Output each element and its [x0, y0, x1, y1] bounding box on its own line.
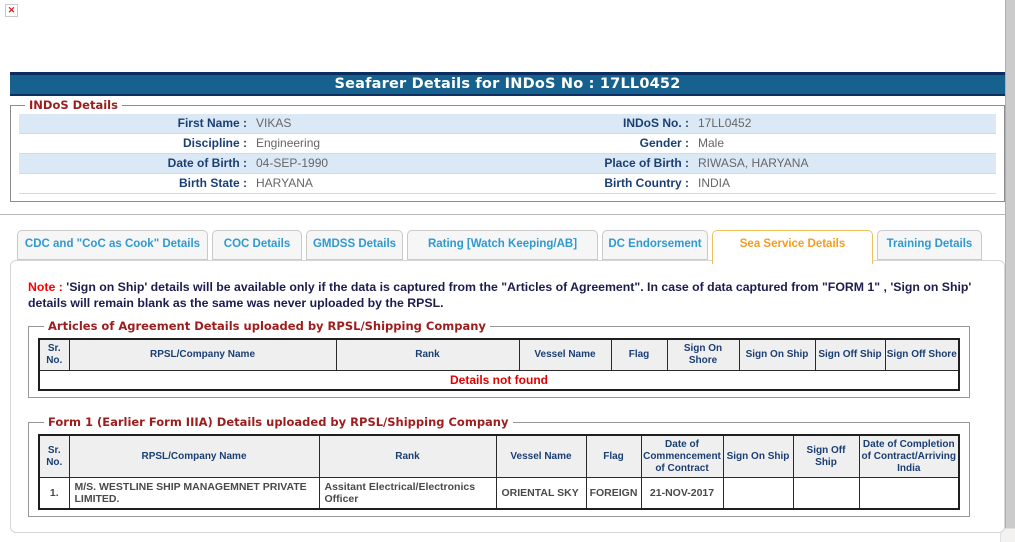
indos-row: First Name : VIKAS INDoS No. : 17LL0452 — [19, 114, 996, 134]
page-title: Seafarer Details for INDoS No : 17LL0452 — [10, 72, 1005, 96]
field-label: Date of Birth : — [167, 156, 247, 170]
form1-fieldset: Form 1 (Earlier Form IIIA) Details uploa… — [28, 415, 970, 518]
field-value: Male — [698, 136, 725, 150]
indos-row: Birth State : HARYANA Birth Country : IN… — [19, 174, 996, 194]
indos-row: Date of Birth : 04-SEP-1990 Place of Bir… — [19, 154, 996, 174]
tab-dc-endorsement[interactable]: DC Endorsement — [602, 230, 708, 260]
column-header-flag: Flag — [585, 434, 642, 479]
field-value: 04-SEP-1990 — [256, 156, 329, 170]
field-label: Birth State : — [178, 176, 247, 190]
column-header-sr-no: Sr. No. — [38, 338, 70, 372]
page-content: Seafarer Details for INDoS No : 17LL0452… — [0, 72, 1007, 533]
column-header-vessel: Vessel Name — [518, 338, 612, 372]
cell-sign-on-ship — [722, 477, 794, 510]
articles-of-agreement-legend: Articles of Agreement Details uploaded b… — [48, 319, 486, 334]
note-text: Note : 'Sign on Ship' details will be av… — [28, 280, 987, 311]
section-divider — [0, 214, 1007, 215]
field-value: INDIA — [698, 176, 731, 190]
column-header-sign-on-ship: Sign On Ship — [738, 338, 816, 372]
cell-rank: Assitant Electrical/Electronics Officer — [318, 477, 497, 510]
cell-sr-no: 1. — [38, 477, 70, 510]
field-value: RIWASA, HARYANA — [698, 156, 809, 170]
articles-table: Sr. No. RPSL/Company Name Rank Vessel Na… — [38, 338, 960, 392]
column-header-sign-on-shore: Sign On Shore — [666, 338, 740, 372]
indos-details-fieldset: INDoS Details First Name : VIKAS INDoS N… — [10, 98, 1005, 202]
note-prefix: Note : — [28, 280, 63, 294]
note-body: 'Sign on Ship' details will be available… — [28, 280, 972, 310]
cell-company: M/S. WESTLINE SHIP MANAGEMNET PRIVATE LI… — [68, 477, 320, 510]
form1-table: Sr. No. RPSL/Company Name Rank Vessel Na… — [38, 434, 960, 511]
cell-flag: FOREIGN — [585, 477, 642, 510]
column-header-sign-off-ship: Sign Off Ship — [792, 434, 860, 479]
table-header-row: Sr. No. RPSL/Company Name Rank Vessel Na… — [38, 434, 960, 479]
column-header-company: RPSL/Company Name — [68, 338, 337, 372]
vertical-scrollbar[interactable] — [1005, 0, 1015, 528]
field-value: 17LL0452 — [698, 116, 752, 130]
column-header-flag: Flag — [610, 338, 668, 372]
empty-message-row: Details not found — [38, 370, 960, 391]
cell-sign-off-ship — [792, 477, 860, 510]
field-label: Discipline : — [182, 136, 247, 150]
form1-legend: Form 1 (Earlier Form IIIA) Details uploa… — [48, 415, 509, 430]
cell-completion-date — [858, 477, 960, 510]
cell-vessel: ORIENTAL SKY — [495, 477, 587, 510]
field-label: Place of Birth : — [604, 156, 689, 170]
indos-details-legend: INDoS Details — [29, 98, 118, 112]
table-header-row: Sr. No. RPSL/Company Name Rank Vessel Na… — [38, 338, 960, 372]
tab-content-panel: Note : 'Sign on Ship' details will be av… — [10, 260, 1005, 533]
table-row: 1. M/S. WESTLINE SHIP MANAGEMNET PRIVATE… — [38, 477, 960, 510]
tab-training-details[interactable]: Training Details — [877, 230, 982, 260]
field-value: Engineering — [256, 136, 321, 150]
empty-message: Details not found — [38, 370, 960, 391]
cell-commencement-date: 21-NOV-2017 — [640, 477, 724, 510]
tab-sea-service-details[interactable]: Sea Service Details — [712, 230, 873, 264]
top-whitespace — [0, 0, 1015, 72]
field-label: Gender : — [639, 136, 689, 150]
field-label: First Name : — [177, 116, 247, 130]
column-header-sign-off-ship: Sign Off Ship — [814, 338, 886, 372]
column-header-rank: Rank — [335, 338, 520, 372]
column-header-sign-on-ship: Sign On Ship — [722, 434, 794, 479]
column-header-sign-off-shore: Sign Off Shore — [884, 338, 960, 372]
tab-coc-details[interactable]: COC Details — [212, 230, 302, 260]
column-header-rank: Rank — [318, 434, 497, 479]
column-header-completion-date: Date of Completion of Contract/Arriving … — [858, 434, 960, 479]
tab-cdc-coc-as-cook-details[interactable]: CDC and "CoC as Cook" Details — [17, 230, 208, 260]
column-header-vessel: Vessel Name — [495, 434, 587, 479]
column-header-commencement-date: Date of Commencement of Contract — [640, 434, 724, 479]
field-label: INDoS No. : — [623, 116, 689, 130]
column-header-sr-no: Sr. No. — [38, 434, 70, 479]
field-label: Birth Country : — [604, 176, 689, 190]
articles-of-agreement-fieldset: Articles of Agreement Details uploaded b… — [28, 319, 970, 399]
indos-row: Discipline : Engineering Gender : Male — [19, 134, 996, 154]
tab-bar: CDC and "CoC as Cook" Details COC Detail… — [17, 230, 1005, 264]
column-header-company: RPSL/Company Name — [68, 434, 320, 479]
field-value: HARYANA — [256, 176, 313, 190]
field-value: VIKAS — [256, 116, 292, 130]
tab-rating-watch-keeping-ab[interactable]: Rating [Watch Keeping/AB] — [407, 230, 598, 260]
tab-gmdss-details[interactable]: GMDSS Details — [306, 230, 403, 260]
broken-image-icon: ✕ — [5, 4, 18, 17]
